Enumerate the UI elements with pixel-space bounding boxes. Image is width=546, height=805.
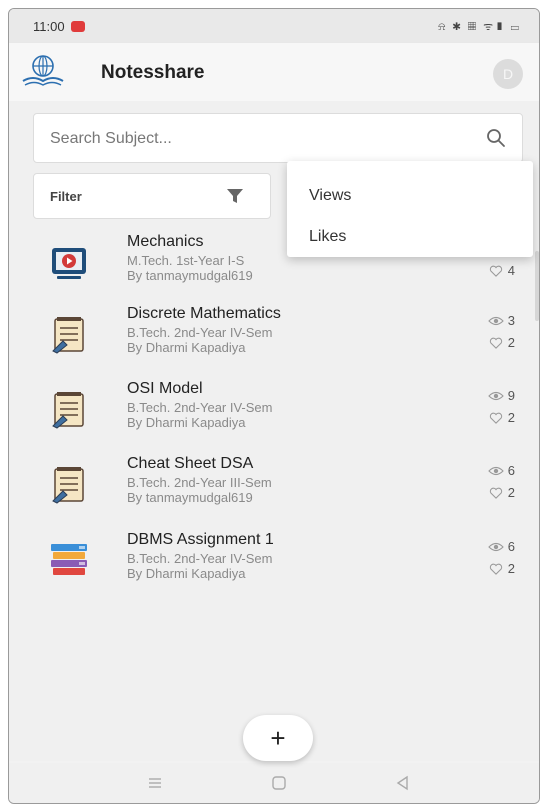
eye-icon <box>487 542 504 551</box>
note-subtitle: M.Tech. 1st-Year I-S <box>127 253 245 268</box>
note-subtitle: B.Tech. 2nd-Year III-Sem <box>127 475 272 490</box>
heart-icon <box>489 563 502 575</box>
note-title: Cheat Sheet DSA <box>127 455 254 472</box>
app-logo-icon <box>22 55 64 86</box>
main-content: Filter Views Likes Mechanics M.Tech. 1st… <box>9 101 539 761</box>
views-count: 9 <box>507 388 515 403</box>
note-author: By tanmaymudgal619 <box>127 490 253 505</box>
books-icon <box>51 544 87 575</box>
app-bar: Notesshare D <box>9 43 539 101</box>
filter-label: Filter <box>50 189 82 204</box>
note-title: OSI Model <box>127 380 203 397</box>
menu-item-likes[interactable]: Likes <box>309 228 346 246</box>
note-author: By Dharmi Kapadiya <box>127 415 246 430</box>
heart-icon <box>489 412 502 424</box>
likes-count: 2 <box>507 410 515 425</box>
add-note-button[interactable]: + <box>243 715 313 761</box>
note-author: By tanmaymudgal619 <box>127 268 253 283</box>
eye-icon <box>487 316 504 325</box>
system-nav-bar <box>9 763 539 803</box>
note-subtitle: B.Tech. 2nd-Year IV-Sem <box>127 551 273 566</box>
views-count: 3 <box>507 313 515 328</box>
search-input[interactable] <box>48 114 472 164</box>
scrollbar-thumb[interactable] <box>535 251 539 321</box>
status-left: 11:00 <box>33 19 85 34</box>
notepad-icon <box>52 317 84 354</box>
note-item-cheat-sheet-dsa[interactable]: Cheat Sheet DSA B.Tech. 2nd-Year III-Sem… <box>9 455 539 527</box>
note-title: DBMS Assignment 1 <box>127 531 274 548</box>
views-stat: 3 <box>487 313 515 328</box>
likes-count: 2 <box>507 485 515 500</box>
likes-stat: 2 <box>488 485 515 500</box>
heart-icon <box>489 265 502 277</box>
status-bar: 11:00 ⍾ ✱ ▦ ᯤ▮ ▭ <box>9 9 539 43</box>
status-time: 11:00 <box>33 18 65 34</box>
search-icon[interactable] <box>486 128 506 148</box>
views-stat: 6 <box>487 539 515 554</box>
views-stat: 6 <box>487 463 515 478</box>
note-author: By Dharmi Kapadiya <box>127 566 246 581</box>
eye-icon <box>487 466 504 475</box>
menu-item-views[interactable]: Views <box>309 187 351 205</box>
menu-icon[interactable] <box>145 773 165 793</box>
heart-icon <box>489 487 502 499</box>
note-title: Mechanics <box>127 233 204 250</box>
note-item-osi-model[interactable]: OSI Model B.Tech. 2nd-Year IV-Sem By Dha… <box>9 380 539 452</box>
user-avatar[interactable]: D <box>493 59 523 89</box>
notepad-icon <box>52 467 84 504</box>
search-box <box>33 113 523 164</box>
note-author: By Dharmi Kapadiya <box>127 340 246 355</box>
views-count: 6 <box>507 539 515 554</box>
note-subtitle: B.Tech. 2nd-Year IV-Sem <box>127 400 273 415</box>
status-icons: ⍾ ✱ ▦ ᯤ▮ ▭ <box>438 20 521 33</box>
sort-menu: Views Likes <box>287 161 533 257</box>
likes-count: 2 <box>507 561 515 576</box>
likes-count: 2 <box>507 335 515 350</box>
views-stat: 9 <box>487 388 515 403</box>
phone-screen: 11:00 ⍾ ✱ ▦ ᯤ▮ ▭ Notesshare D Filter <box>8 8 540 804</box>
likes-count: 4 <box>507 263 515 278</box>
filter-funnel-icon <box>227 189 243 203</box>
app-title: Notesshare <box>101 62 205 83</box>
note-title: Discrete Mathematics <box>127 305 281 322</box>
back-icon[interactable] <box>393 773 413 793</box>
note-item-dbms-assignment-1[interactable]: DBMS Assignment 1 B.Tech. 2nd-Year IV-Se… <box>9 531 539 603</box>
screen-record-icon <box>70 20 85 32</box>
likes-stat: 2 <box>488 335 515 350</box>
likes-stat: 2 <box>488 410 515 425</box>
video-lecture-icon <box>52 248 86 279</box>
views-count: 6 <box>507 463 515 478</box>
likes-stat: 4 <box>488 263 515 278</box>
note-item-discrete-mathematics[interactable]: Discrete Mathematics B.Tech. 2nd-Year IV… <box>9 305 539 377</box>
note-subtitle: B.Tech. 2nd-Year IV-Sem <box>127 325 273 340</box>
eye-icon <box>487 391 504 400</box>
heart-icon <box>489 337 502 349</box>
filter-dropdown[interactable]: Filter <box>33 173 271 219</box>
home-icon[interactable] <box>269 773 289 793</box>
notepad-icon <box>52 392 84 429</box>
likes-stat: 2 <box>488 561 515 576</box>
